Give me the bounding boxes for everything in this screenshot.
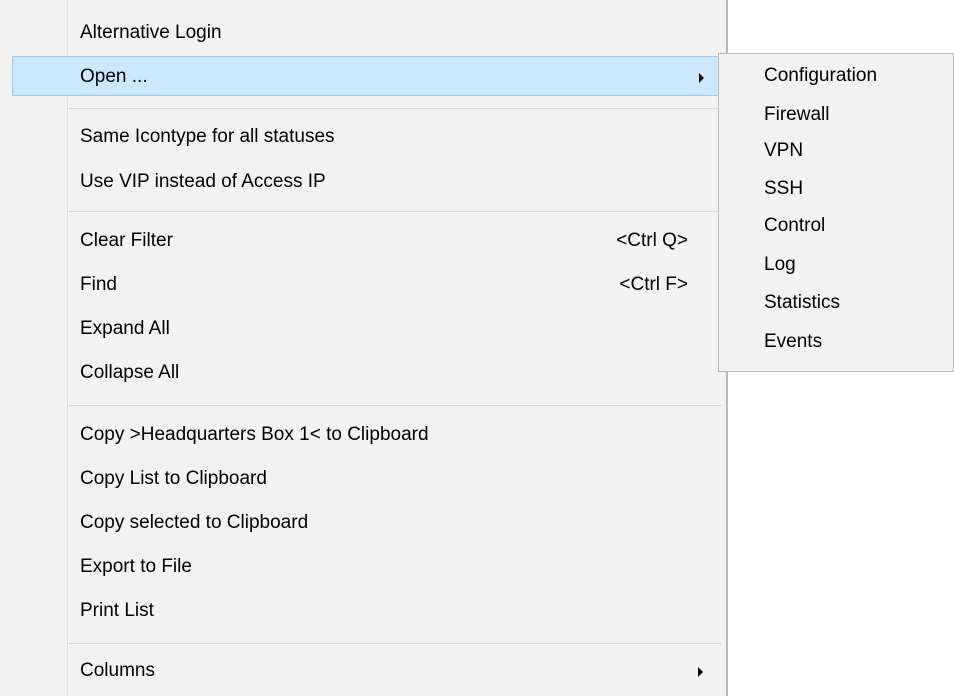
submenu-arrow-icon	[698, 667, 703, 677]
menu-item-label: Alternative Login	[80, 22, 222, 43]
menu-separator	[69, 108, 722, 109]
menu-item-print-list[interactable]: Print List	[0, 591, 726, 631]
submenu-item-control[interactable]: Control	[719, 207, 954, 244]
menu-item-open[interactable]: Open ...	[12, 56, 720, 96]
menu-separator	[69, 643, 722, 644]
menu-item-expand-all[interactable]: Expand All	[0, 309, 726, 349]
menu-item-copy-selected[interactable]: Copy selected to Clipboard	[0, 503, 726, 543]
menu-item-label: Use VIP instead of Access IP	[80, 171, 326, 192]
menu-item-label: Same Icontype for all statuses	[80, 126, 335, 147]
submenu-item-label: SSH	[764, 178, 804, 199]
submenu-item-vpn[interactable]: VPN	[719, 132, 954, 169]
submenu-item-log[interactable]: Log	[719, 246, 954, 283]
menu-separator	[69, 211, 722, 212]
menu-item-label: Clear Filter	[80, 230, 173, 251]
menu-item-label: Copy List to Clipboard	[80, 468, 267, 489]
menu-separator	[69, 405, 722, 406]
submenu-item-label: VPN	[764, 140, 804, 161]
submenu-item-firewall[interactable]: Firewall	[719, 96, 954, 133]
submenu-item-label: Control	[764, 215, 826, 236]
menu-item-label: Export to File	[80, 556, 192, 577]
submenu-item-label: Statistics	[764, 292, 841, 313]
menu-item-columns[interactable]: Columns	[0, 651, 726, 691]
submenu-item-label: Events	[764, 331, 823, 352]
menu-item-copy-list[interactable]: Copy List to Clipboard	[0, 459, 726, 499]
menu-item-clear-filter[interactable]: Clear Filter <Ctrl Q>	[0, 221, 726, 261]
menu-item-label: Print List	[80, 600, 154, 621]
submenu-item-label: Log	[764, 254, 796, 275]
menu-item-export-file[interactable]: Export to File	[0, 547, 726, 587]
menu-item-find[interactable]: Find <Ctrl F>	[0, 265, 726, 305]
menu-item-label: Collapse All	[80, 362, 180, 383]
submenu-arrow-icon	[699, 73, 704, 83]
menu-item-shortcut: <Ctrl Q>	[616, 230, 688, 251]
menu-item-label: Find	[80, 274, 117, 295]
menu-item-label: Copy selected to Clipboard	[80, 512, 309, 533]
menu-item-alternative-login[interactable]: Alternative Login	[0, 13, 726, 53]
menu-item-label: Copy >Headquarters Box 1< to Clipboard	[80, 424, 429, 445]
submenu-item-label: Configuration	[764, 65, 878, 86]
menu-item-label: Expand All	[80, 318, 170, 339]
submenu-item-label: Firewall	[764, 104, 830, 125]
menu-item-label: Columns	[80, 660, 155, 681]
submenu-item-events[interactable]: Events	[719, 323, 954, 360]
submenu-item-statistics[interactable]: Statistics	[719, 284, 954, 321]
submenu-item-configuration[interactable]: Configuration	[719, 57, 954, 94]
open-submenu: Configuration Firewall VPN SSH Control L…	[718, 53, 954, 372]
submenu-item-ssh[interactable]: SSH	[719, 170, 954, 207]
context-menu: Alternative Login Open ... Same Icontype…	[0, 0, 728, 696]
menu-item-use-vip[interactable]: Use VIP instead of Access IP	[0, 162, 726, 202]
menu-item-label: Open ...	[80, 66, 148, 87]
menu-item-same-icontype[interactable]: Same Icontype for all statuses	[0, 117, 726, 157]
menu-item-collapse-all[interactable]: Collapse All	[0, 353, 726, 393]
menu-item-copy-headquarters[interactable]: Copy >Headquarters Box 1< to Clipboard	[0, 415, 726, 455]
menu-item-shortcut: <Ctrl F>	[619, 274, 688, 295]
